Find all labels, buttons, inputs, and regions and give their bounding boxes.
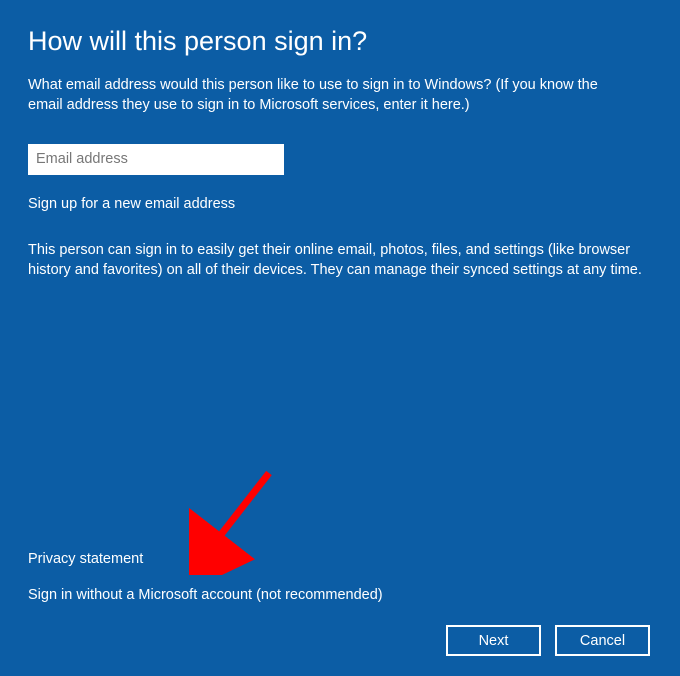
benefits-text: This person can sign in to easily get th… xyxy=(28,240,643,281)
no-ms-account-link[interactable]: Sign in without a Microsoft account (not… xyxy=(28,587,652,603)
next-button[interactable]: Next xyxy=(446,625,541,656)
bottom-links: Privacy statement Sign in without a Micr… xyxy=(28,550,652,603)
instruction-text: What email address would this person lik… xyxy=(28,75,633,116)
dialog-container: How will this person sign in? What email… xyxy=(0,0,680,676)
spacer xyxy=(28,280,652,550)
button-row: Next Cancel xyxy=(28,625,652,656)
page-title: How will this person sign in? xyxy=(28,26,652,57)
cancel-button[interactable]: Cancel xyxy=(555,625,650,656)
privacy-link[interactable]: Privacy statement xyxy=(28,551,143,567)
signup-link[interactable]: Sign up for a new email address xyxy=(28,196,235,212)
email-input[interactable] xyxy=(28,144,284,175)
